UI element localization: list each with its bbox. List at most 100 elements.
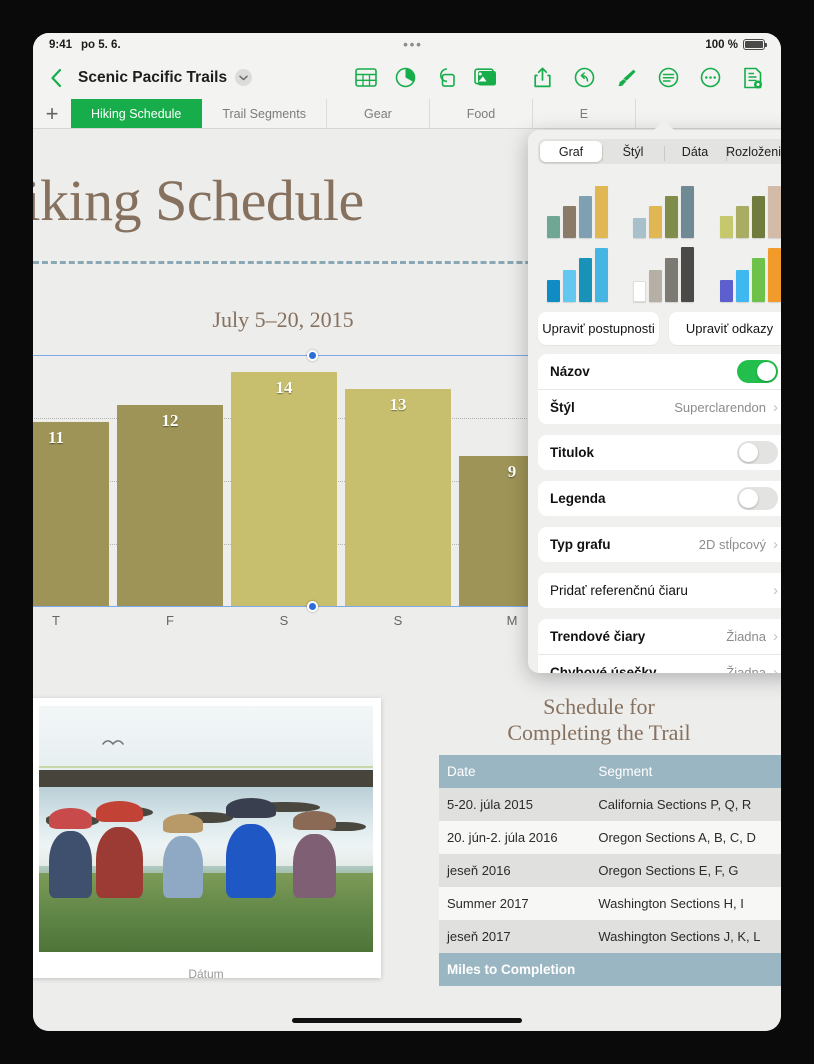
row-chart-type-label: Typ grafu bbox=[550, 537, 611, 552]
back-button[interactable] bbox=[46, 68, 66, 88]
style-thumb-bar bbox=[665, 258, 679, 302]
chart-type-card: Typ grafu 2D stĺpcový › bbox=[538, 527, 781, 562]
status-bar: 9:41 po 5. 6. ••• 100 % bbox=[33, 33, 781, 56]
title-toggle[interactable] bbox=[737, 360, 778, 383]
chart-resize-handle-top[interactable] bbox=[307, 350, 318, 361]
legend-toggle[interactable] bbox=[737, 487, 778, 510]
table-row[interactable]: 20. jún-2. júla 2016 Oregon Sections A, B… bbox=[439, 821, 781, 854]
insert-tools bbox=[350, 62, 501, 93]
organize-icon[interactable] bbox=[653, 62, 684, 93]
segment-graf[interactable]: Graf bbox=[540, 141, 602, 162]
row-add-reference-line[interactable]: Pridať referenčnú čiaru › bbox=[538, 573, 781, 608]
row-legend[interactable]: Legenda bbox=[538, 481, 781, 516]
chart-subtitle[interactable]: July 5–20, 2015 bbox=[33, 307, 533, 333]
row-error-bars[interactable]: Chybové úsečky Žiadna › bbox=[538, 654, 781, 673]
chart-format-popover[interactable]: Graf Štýl Dáta Rozloženie Upraviť postup… bbox=[528, 130, 781, 673]
segment-data[interactable]: Dáta bbox=[664, 141, 726, 162]
add-sheet-button[interactable]: + bbox=[33, 99, 71, 128]
table-icon[interactable] bbox=[350, 62, 381, 93]
chart-bar-group[interactable]: 14 bbox=[231, 355, 337, 607]
schedule-table[interactable]: Date Segment 5-20. júla 2015 California S… bbox=[439, 755, 781, 986]
table-header-row: Date Segment bbox=[439, 755, 781, 788]
sheet-tab-food[interactable]: Food bbox=[430, 99, 533, 128]
row-trendlines[interactable]: Trendové čiary Žiadna › bbox=[538, 619, 781, 654]
style-thumb-bar bbox=[562, 206, 576, 238]
sheet-title-text[interactable]: Hiking Schedule bbox=[33, 167, 364, 234]
chart-bar[interactable]: 12 bbox=[117, 405, 223, 607]
column-header-date[interactable]: Date bbox=[439, 755, 591, 788]
sheet-tab-trail-segments[interactable]: Trail Segments bbox=[202, 99, 327, 128]
home-indicator[interactable] bbox=[292, 1017, 522, 1023]
table-row[interactable]: jeseň 2017 Washington Sections J, K, L bbox=[439, 920, 781, 953]
chart-style-style-6[interactable] bbox=[707, 242, 781, 302]
more-icon[interactable] bbox=[695, 62, 726, 93]
table-cell[interactable]: Washington Sections H, I bbox=[590, 887, 781, 920]
table-cell[interactable]: California Sections P, Q, R bbox=[590, 788, 781, 821]
status-date: po 5. 6. bbox=[81, 38, 121, 51]
row-chart-type[interactable]: Typ grafu 2D stĺpcový › bbox=[538, 527, 781, 562]
table-row[interactable]: 5-20. júla 2015 California Sections P, Q,… bbox=[439, 788, 781, 821]
table-cell[interactable]: Oregon Sections A, B, C, D bbox=[590, 821, 781, 854]
chart-style-style-3[interactable] bbox=[707, 178, 781, 238]
style-thumb-bar bbox=[736, 270, 750, 302]
column-header-segment[interactable]: Segment bbox=[590, 755, 781, 788]
undo-icon[interactable] bbox=[569, 62, 600, 93]
chart-bar-value-label: 12 bbox=[161, 411, 179, 431]
sheet-tab-expenses[interactable]: E bbox=[533, 99, 636, 128]
row-style[interactable]: Štýl Superclarendon › bbox=[538, 389, 781, 424]
table-footer-row[interactable]: Miles to Completion bbox=[439, 953, 781, 986]
chart-bar-group[interactable]: 12 bbox=[117, 355, 223, 607]
chart-bar-group[interactable]: 11 bbox=[33, 355, 109, 607]
chart-bar[interactable]: 13 bbox=[345, 388, 451, 607]
table-cell[interactable]: jeseň 2017 bbox=[439, 920, 591, 953]
popover-segmented-control[interactable]: Graf Štýl Dáta Rozloženie bbox=[538, 139, 781, 164]
format-brush-icon[interactable] bbox=[611, 62, 642, 93]
table-row[interactable]: jeseň 2016 Oregon Sections E, F, G bbox=[439, 854, 781, 887]
popover-arrow bbox=[653, 120, 675, 131]
share-icon[interactable] bbox=[527, 62, 558, 93]
home-indicator-area bbox=[33, 1009, 781, 1031]
multitask-dots-icon[interactable]: ••• bbox=[403, 38, 423, 51]
chart-bar[interactable]: 11 bbox=[33, 422, 109, 607]
media-icon[interactable] bbox=[470, 62, 501, 93]
row-caption[interactable]: Titulok bbox=[538, 435, 781, 470]
table-cell[interactable]: jeseň 2016 bbox=[439, 854, 591, 887]
row-chart-type-value: 2D stĺpcový bbox=[698, 537, 766, 552]
chevron-down-icon[interactable] bbox=[235, 69, 253, 86]
chart-style-style-2[interactable] bbox=[621, 178, 708, 238]
table-title[interactable]: Schedule for Completing the Trail bbox=[439, 694, 759, 746]
chart-resize-handle-bottom[interactable] bbox=[307, 601, 318, 612]
chart-icon[interactable] bbox=[390, 62, 421, 93]
chart-style-style-5[interactable] bbox=[621, 242, 708, 302]
chart-bar[interactable]: 14 bbox=[231, 371, 337, 607]
table-cell[interactable]: Summer 2017 bbox=[439, 887, 591, 920]
edit-references-button[interactable]: Upraviť odkazy bbox=[669, 312, 781, 345]
edit-series-button[interactable]: Upraviť postupnosti bbox=[538, 312, 659, 345]
shape-icon[interactable] bbox=[430, 62, 461, 93]
battery-percent-label: 100 % bbox=[705, 38, 738, 51]
segment-styl[interactable]: Štýl bbox=[602, 141, 664, 162]
status-bar-right: 100 % bbox=[705, 38, 767, 51]
table-cell[interactable]: 20. jún-2. júla 2016 bbox=[439, 821, 591, 854]
segment-rozlozenie[interactable]: Rozloženie bbox=[726, 141, 781, 162]
table-row[interactable]: Summer 2017 Washington Sections H, I bbox=[439, 887, 781, 920]
table-cell[interactable]: 5-20. júla 2015 bbox=[439, 788, 591, 821]
status-time: 9:41 bbox=[49, 38, 73, 51]
caption-toggle[interactable] bbox=[737, 441, 778, 464]
sheet-tab-hiking-schedule[interactable]: Hiking Schedule bbox=[71, 99, 203, 128]
document-icon[interactable] bbox=[737, 62, 768, 93]
row-title[interactable]: Názov bbox=[538, 354, 781, 389]
chart-style-style-4[interactable] bbox=[534, 242, 621, 302]
table-cell[interactable]: Oregon Sections E, F, G bbox=[590, 854, 781, 887]
row-style-label: Štýl bbox=[550, 399, 575, 415]
document-title[interactable]: Scenic Pacific Trails bbox=[78, 69, 227, 87]
chart-x-tick-label: S bbox=[393, 613, 403, 628]
row-error-bars-value: Žiadna bbox=[726, 664, 766, 674]
photo-card[interactable]: Dátum bbox=[33, 698, 381, 981]
table-cell[interactable]: Washington Sections J, K, L bbox=[590, 920, 781, 953]
chevron-right-icon: › bbox=[773, 398, 778, 416]
chart-bar-group[interactable]: 13 bbox=[345, 355, 451, 607]
chart-style-style-1[interactable] bbox=[534, 178, 621, 238]
sheet-tab-gear[interactable]: Gear bbox=[327, 99, 430, 128]
style-thumb-bar bbox=[649, 206, 663, 238]
